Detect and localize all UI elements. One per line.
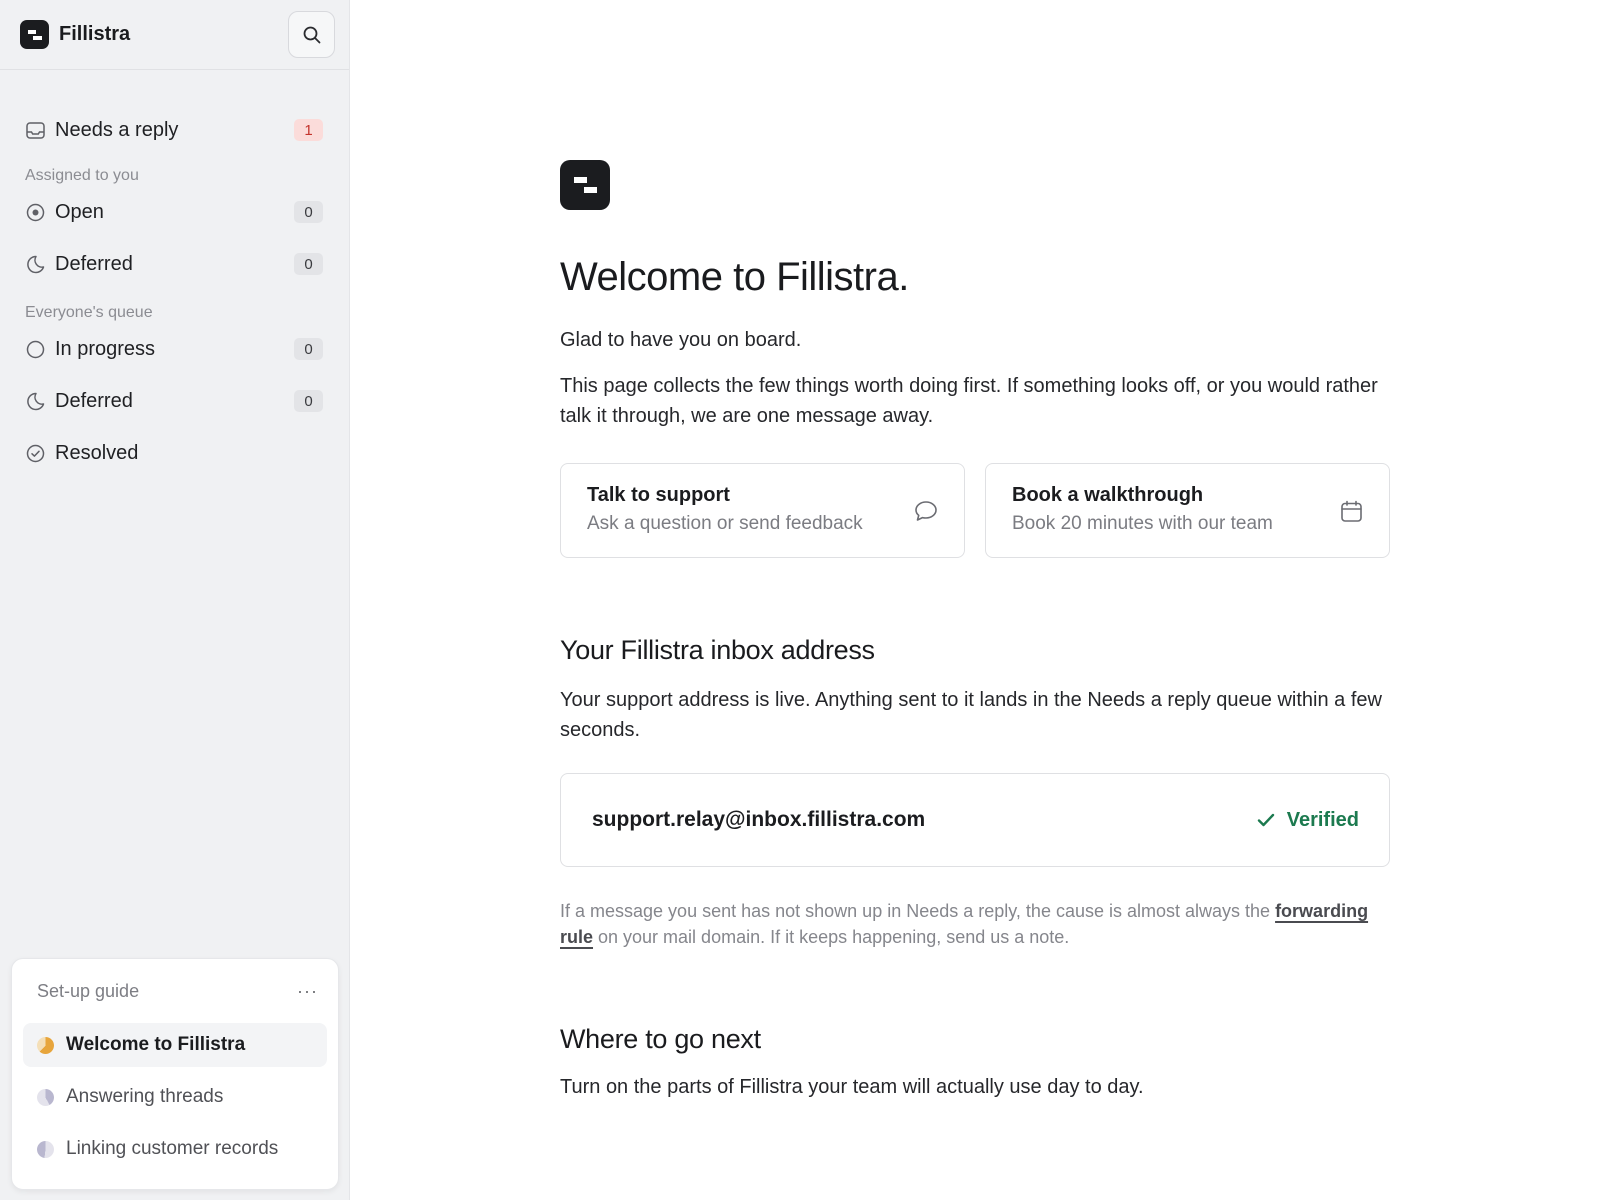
inbox-icon [25,120,45,140]
guide-item-welcome[interactable]: Welcome to Fillistra [23,1023,327,1067]
circle-icon [25,339,45,359]
card-subtitle: Book 20 minutes with our team [1012,513,1273,534]
calendar-icon [1340,500,1363,528]
count-badge: 0 [294,338,323,360]
progress-pie-icon [37,1140,54,1158]
setup-guide-header: Set-up guide ··· [12,959,338,1023]
intro-greeting: Glad to have you on board. [560,329,802,351]
card-subtitle: Ask a question or send feedback [587,513,863,534]
search-button[interactable] [288,11,335,58]
fillistra-logo-icon [20,20,49,49]
guide-item-label: Welcome to Fillistra [66,1034,246,1055]
sidebar-item-label: Deferred [55,389,133,412]
search-icon [303,26,320,43]
sidebar-item-label: Resolved [55,441,139,464]
action-cards: Talk to support Ask a question or send f… [560,463,1390,558]
count-badge: 1 [294,119,323,141]
card-title: Book a walkthrough [1012,484,1204,506]
guide-item-label: Linking customer records [66,1138,279,1159]
sidebar-item-label: In progress [55,337,156,360]
inbox-address-box: support.relay@inbox.fillistra.com Verifi… [560,773,1390,867]
intro-text: This page collects the few things worth … [560,375,1378,427]
book-walkthrough-card[interactable]: Book a walkthrough Book 20 minutes with … [985,463,1390,558]
sidebar-item-label: Needs a reply [55,118,179,141]
forwarding-note: If a message you sent has not shown up i… [560,898,1390,950]
count-badge: 0 [294,390,323,412]
guide-item-label: Answering threads [66,1086,224,1107]
count-badge: 0 [294,201,323,223]
sidebar-nav: Needs a reply 1 Assigned to you Open 0 D… [0,70,349,479]
target-icon [25,202,45,222]
note-text: on your mail domain. If it keeps happeni… [593,927,1070,947]
sidebar-item-deferred-assigned[interactable]: Deferred 0 [0,238,349,290]
sidebar-item-needs-reply[interactable]: Needs a reply 1 [0,104,349,156]
talk-to-support-card[interactable]: Talk to support Ask a question or send f… [560,463,965,558]
verified-label: Verified [1286,808,1359,831]
check-icon [1257,813,1274,827]
moon-icon [25,254,45,274]
count-badge: 0 [294,253,323,275]
section-heading-assigned: Assigned to you [25,167,139,184]
page-title: Welcome to Fillistra. [560,255,909,299]
note-text: If a message you sent has not shown up i… [560,901,1276,921]
fillistra-logo-icon [560,160,610,210]
sidebar-item-open[interactable]: Open 0 [0,186,349,238]
verified-status: Verified [1257,809,1359,832]
sidebar-item-resolved[interactable]: Resolved [0,427,349,479]
inbox-section-heading: Your Fillistra inbox address [560,635,875,665]
setup-guide-panel: Set-up guide ··· Welcome to Fillistra An… [11,958,339,1190]
guide-item-answering-threads[interactable]: Answering threads [23,1075,327,1119]
check-circle-icon [25,443,45,463]
section-heading-everyone: Everyone's queue [25,304,153,321]
next-description: Turn on the parts of Fillistra your team… [560,1076,1144,1098]
sidebar-item-label: Open [55,200,104,223]
chat-bubble-icon [914,500,938,527]
setup-guide-title: Set-up guide [37,980,140,1001]
inbox-address[interactable]: support.relay@inbox.fillistra.com [592,808,925,832]
inbox-description: Your support address is live. Anything s… [560,689,1382,741]
next-section-heading: Where to go next [560,1024,761,1054]
progress-pie-icon [37,1088,54,1106]
guide-item-linking-records[interactable]: Linking customer records [23,1127,327,1171]
sidebar-item-deferred-everyone[interactable]: Deferred 0 [0,375,349,427]
card-title: Talk to support [587,484,730,506]
sidebar: Fillistra Needs a reply 1 Assigned to yo… [0,0,350,1200]
progress-pie-icon [37,1036,54,1054]
sidebar-item-in-progress[interactable]: In progress 0 [0,323,349,375]
app-name: Fillistra [59,23,131,45]
sidebar-item-label: Deferred [55,252,133,275]
sidebar-header: Fillistra [0,0,349,70]
more-options-icon[interactable]: ··· [297,981,318,1002]
moon-icon [25,391,45,411]
